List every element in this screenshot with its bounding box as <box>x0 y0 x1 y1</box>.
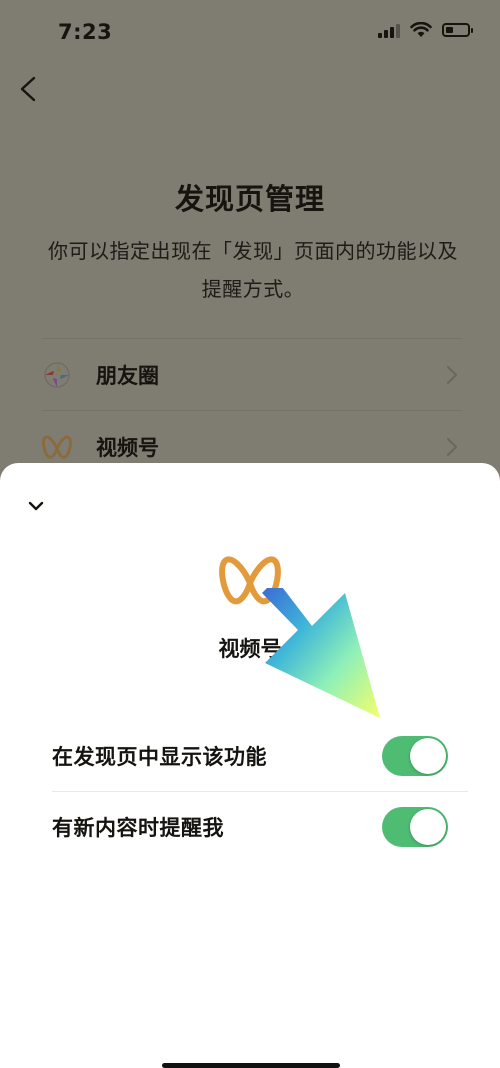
bottom-sheet: 视频号 在发现页中显示该功能 有新内容时提醒我 <box>0 463 500 1068</box>
toggle-knob <box>410 738 446 774</box>
new-content-reminder-toggle[interactable] <box>382 807 448 847</box>
status-time: 7:23 <box>58 20 113 44</box>
home-indicator <box>162 1063 340 1068</box>
page-description: 你可以指定出现在「发现」页面内的功能以及提醒方式。 <box>48 239 458 301</box>
list-item-label: 视频号 <box>96 435 159 460</box>
show-in-discover-toggle[interactable] <box>382 736 448 776</box>
list-item-moments[interactable]: 朋友圈 <box>42 338 462 410</box>
chevron-right-icon <box>447 366 457 384</box>
status-icons <box>378 22 473 38</box>
toggle-knob <box>410 809 446 845</box>
channels-icon <box>42 432 72 462</box>
setting-row-new-content-reminder: 有新内容时提醒我 <box>52 791 468 862</box>
collapse-button[interactable] <box>24 497 48 515</box>
back-button[interactable] <box>14 72 44 108</box>
pointer-arrow-icon <box>262 588 380 718</box>
chevron-left-icon <box>20 76 36 102</box>
cellular-signal-icon <box>378 22 400 38</box>
list-item-label: 朋友圈 <box>96 363 159 388</box>
moments-icon <box>42 360 72 390</box>
setting-row-show-in-discover: 在发现页中显示该功能 <box>52 721 468 791</box>
setting-label: 有新内容时提醒我 <box>52 816 224 840</box>
status-bar: 7:23 <box>0 0 500 64</box>
page-title: 发现页管理 <box>174 182 325 216</box>
wifi-icon <box>410 22 432 37</box>
chevron-down-icon <box>28 501 44 511</box>
setting-label: 在发现页中显示该功能 <box>52 745 267 769</box>
battery-icon <box>442 23 473 37</box>
settings-list: 在发现页中显示该功能 有新内容时提醒我 <box>52 721 468 862</box>
chevron-right-icon <box>447 438 457 456</box>
discover-list: 朋友圈 视频号 <box>42 338 462 482</box>
